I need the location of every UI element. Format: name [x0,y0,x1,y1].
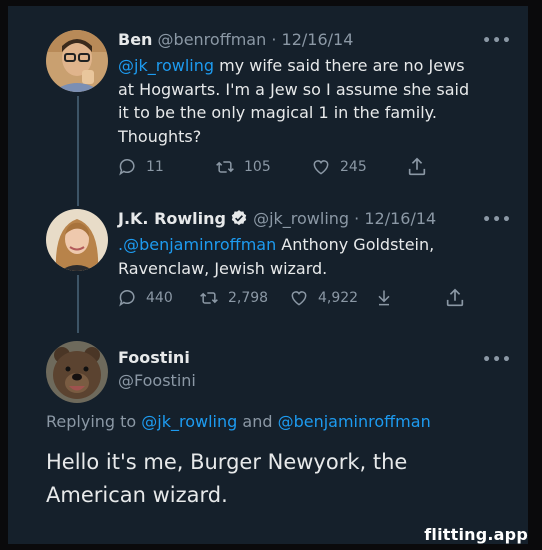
reply-button[interactable]: 440 [118,288,198,308]
author-handle[interactable]: @jk_rowling [253,209,349,228]
share-icon [408,157,426,176]
retweet-icon [216,161,234,173]
retweet-button[interactable]: 105 [214,157,310,177]
mention-link[interactable]: .@benjaminroffman [118,235,276,254]
retweet-button[interactable]: 2,798 [198,288,288,308]
like-icon [291,291,307,306]
like-icon [313,160,329,175]
verified-icon [231,210,247,226]
tweet-date[interactable]: · 12/16/14 [271,30,353,49]
replying-link-jk-rowling[interactable]: @jk_rowling [141,412,237,431]
thread-connector [77,275,79,333]
author-handle[interactable]: @benroffman [158,30,267,49]
more-icon[interactable]: ••• [482,33,512,49]
avatar-jk-rowling[interactable] [46,209,108,271]
author-name[interactable]: J.K. Rowling [118,209,226,228]
reply-icon [119,290,135,307]
reply-button[interactable]: 11 [118,157,214,177]
tweet-thread: ••• Ben @benroffman · 12/16/14 @jk_rowli… [8,6,528,544]
author-handle[interactable]: @Foostini [118,371,196,390]
reply-icon [119,159,135,176]
like-button[interactable]: 245 [310,157,406,177]
share-button[interactable] [406,156,428,178]
replying-to: Replying to @jk_rowling and @benjaminrof… [46,412,431,431]
avatar-ben[interactable] [46,30,108,92]
tweet-text: Hello it's me, Burger Newyork, the Ameri… [46,450,408,507]
tweet-text: .@benjaminroffman Anthony Goldstein, Rav… [118,235,435,278]
more-icon[interactable]: ••• [482,212,512,228]
mention-link[interactable]: @jk_rowling [118,56,214,75]
author-name[interactable]: Ben [118,30,152,49]
author-name[interactable]: Foostini [118,348,196,367]
more-icon[interactable]: ••• [482,352,512,368]
download-button[interactable] [374,288,444,308]
tweet-text: @jk_rowling my wife said there are no Je… [118,56,470,146]
tweet-ben[interactable]: ••• Ben @benroffman · 12/16/14 @jk_rowli… [8,6,528,196]
watermark: flitting.app [424,525,528,544]
tweet-jk-rowling[interactable]: ••• J.K. Rowling @jk_rowling · 12/16/14 … [8,206,528,334]
share-icon [446,288,464,307]
replying-link-benjaminroffman[interactable]: @benjaminroffman [278,412,431,431]
thread-connector [77,96,79,206]
avatar-foostini[interactable] [46,341,108,403]
tweet-foostini[interactable]: ••• Foostini @Foostini Replying to @jk_r… [8,336,528,536]
like-button[interactable]: 4,922 [288,288,374,308]
share-button[interactable] [444,287,466,309]
download-icon [378,290,390,306]
tweet-date[interactable]: · 12/16/14 [354,209,436,228]
retweet-icon [200,292,218,304]
